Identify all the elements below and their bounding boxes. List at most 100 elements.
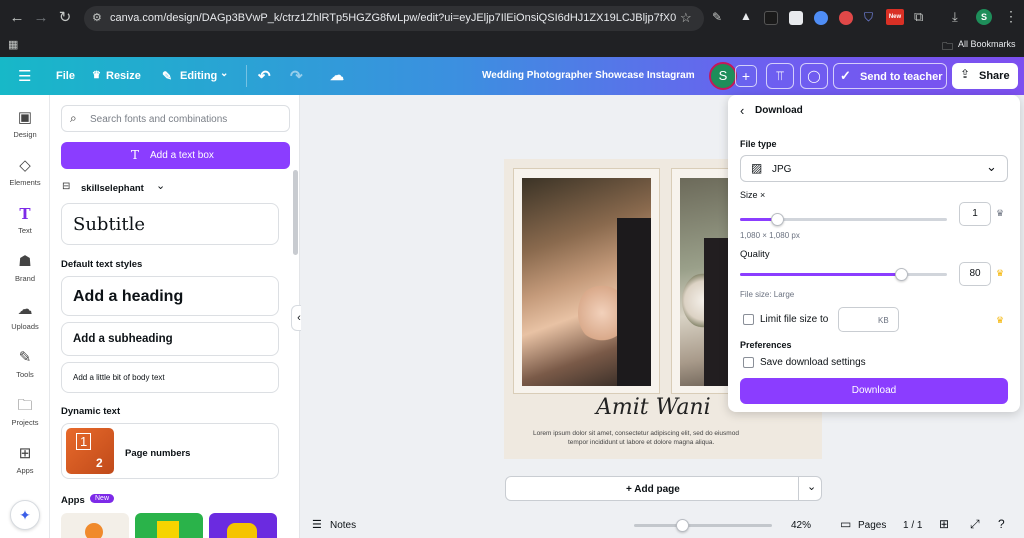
subheading-sample: Add a subheading: [73, 333, 173, 345]
page-numbers-thumbnail: 1 2: [66, 428, 114, 474]
square-extension-icon[interactable]: [789, 11, 803, 25]
back-icon[interactable]: ←: [8, 9, 26, 27]
page-count: 1 / 1: [903, 520, 923, 531]
chevron-down-icon[interactable]: ⌄: [156, 179, 165, 192]
search-input[interactable]: Search fonts and combinations: [90, 114, 227, 125]
app-tile[interactable]: [209, 513, 277, 538]
zoom-slider[interactable]: [634, 519, 772, 532]
quality-slider[interactable]: [740, 268, 947, 281]
forward-icon[interactable]: →: [32, 9, 50, 27]
download-button[interactable]: Download: [740, 378, 1008, 404]
eyedropper-extension-icon[interactable]: ✎: [712, 10, 722, 24]
analytics-icon[interactable]: ⫪: [766, 63, 794, 89]
limit-file-size-checkbox[interactable]: [743, 314, 754, 325]
suit-detail: [704, 238, 730, 386]
profile-avatar[interactable]: S: [976, 9, 992, 25]
rail-item-uploads[interactable]: ☁ Uploads: [0, 301, 50, 331]
lorem-line-2[interactable]: tempor incididunt ut labore et dolore ma…: [568, 439, 714, 446]
comment-icon[interactable]: ◯: [800, 63, 828, 89]
pages-button[interactable]: Pages: [858, 520, 886, 531]
resize-icon: ♛: [92, 70, 101, 81]
file-menu[interactable]: File: [56, 70, 75, 82]
brand-kit-name[interactable]: skillselephant: [81, 183, 144, 194]
extensions-puzzle-icon[interactable]: ⧉: [914, 9, 923, 25]
file-size-limit-input[interactable]: KB: [838, 307, 899, 332]
quality-slider-knob[interactable]: [895, 268, 908, 281]
default-styles-heading: Default text styles: [61, 259, 143, 270]
app-tile[interactable]: [135, 513, 203, 538]
file-type-select[interactable]: ▨ JPG ⌄: [740, 155, 1008, 182]
shield-extension-icon[interactable]: ⛉: [864, 10, 873, 25]
save-settings-checkbox[interactable]: [743, 357, 754, 368]
rail-item-brand[interactable]: ☗ Brand: [0, 253, 50, 283]
rail-item-projects[interactable]: 🗀 Projects: [0, 397, 50, 427]
rail-item-tools[interactable]: ✎ Tools: [0, 349, 50, 379]
photo-frame[interactable]: [513, 168, 660, 394]
size-value-field[interactable]: 1: [959, 202, 991, 226]
all-bookmarks-link[interactable]: All Bookmarks: [958, 39, 1016, 49]
bookmark-star-icon[interactable]: ☆: [680, 10, 692, 26]
chevron-down-icon[interactable]: ⌄: [807, 480, 816, 493]
notes-button[interactable]: Notes: [330, 520, 356, 531]
help-icon[interactable]: ?: [998, 517, 1005, 531]
rail-item-text[interactable]: T Text: [0, 205, 50, 235]
apps-heading: Apps: [61, 495, 85, 506]
add-page-button[interactable]: + Add page ⌄: [505, 476, 822, 501]
design-title[interactable]: Wedding Photographer Showcase Instagram: [482, 70, 695, 81]
magic-sparkle-button[interactable]: ✦: [10, 500, 40, 530]
new-extension-icon[interactable]: New: [886, 9, 904, 25]
rail-item-apps[interactable]: ⊞ Apps: [0, 445, 50, 475]
subtitle-style-card[interactable]: Subtitle: [61, 203, 279, 245]
size-slider-knob[interactable]: [771, 213, 784, 226]
mountain-extension-icon[interactable]: ▲: [740, 9, 752, 23]
suit-detail: [617, 218, 651, 386]
pages-icon: ▭: [840, 517, 852, 531]
rail-item-elements[interactable]: ◇ Elements: [0, 157, 50, 187]
red-extension-icon[interactable]: [839, 11, 853, 25]
resize-button[interactable]: Resize: [106, 70, 141, 82]
body-style-card[interactable]: Add a little bit of body text: [61, 362, 279, 393]
chrome-menu-icon[interactable]: ⋮: [1004, 8, 1018, 25]
undo-icon[interactable]: ↶: [258, 67, 271, 85]
redo-icon[interactable]: ↷: [290, 67, 303, 85]
apps-icon: ⊞: [18, 445, 32, 462]
design-icon: ▣: [17, 109, 33, 126]
panel-scrollbar[interactable]: [293, 170, 298, 255]
lorem-line-1[interactable]: Lorem ipsum dolor sit amet, consectetur …: [533, 430, 739, 437]
size-slider[interactable]: [740, 213, 947, 226]
rail-item-design[interactable]: ▣ Design: [0, 109, 50, 139]
add-text-box-button[interactable]: T Add a text box: [61, 142, 290, 169]
downloads-icon[interactable]: ⤓: [952, 9, 958, 25]
address-bar[interactable]: ⚙ canva.com/design/DAGp3BVwP_k/ctrz1ZhlR…: [84, 6, 704, 31]
page-numbers-card[interactable]: 1 2 Page numbers: [61, 423, 279, 479]
heading-style-card[interactable]: Add a heading: [61, 276, 279, 316]
fullscreen-icon[interactable]: ⤢: [970, 517, 980, 532]
subheading-style-card[interactable]: Add a subheading: [61, 322, 279, 356]
app-tile[interactable]: [61, 513, 129, 538]
projects-icon: 🗀: [17, 397, 33, 414]
send-to-teacher-button[interactable]: ✓ Send to teacher: [833, 63, 947, 89]
blue-extension-icon[interactable]: [814, 11, 828, 25]
reload-icon[interactable]: ↻: [56, 9, 74, 27]
add-collaborator-button[interactable]: +: [735, 65, 757, 87]
editing-mode-button[interactable]: Editing: [180, 70, 217, 82]
signature-text[interactable]: Amit Wani: [596, 395, 711, 420]
quality-slider-fill: [740, 273, 901, 276]
dark-extension-icon[interactable]: [764, 11, 778, 25]
chevron-down-icon[interactable]: ⌄: [220, 68, 228, 79]
share-button[interactable]: ⇪ Share: [952, 63, 1018, 89]
cloud-sync-icon[interactable]: ☁: [330, 67, 344, 84]
grid-view-icon[interactable]: ⊞: [939, 517, 949, 531]
site-info-icon[interactable]: ⚙: [92, 11, 102, 24]
search-field[interactable]: ⌕ Search fonts and combinations: [61, 105, 290, 132]
app-logo-icon: [85, 523, 103, 538]
user-avatar[interactable]: S: [709, 62, 737, 90]
quality-value-field[interactable]: 80: [959, 262, 991, 286]
hamburger-menu-icon[interactable]: ☰: [18, 67, 31, 85]
zoom-level[interactable]: 42%: [791, 520, 811, 531]
browser-chrome: ← → ↻ ⚙ canva.com/design/DAGp3BVwP_k/ctr…: [0, 0, 1024, 57]
zoom-slider-knob[interactable]: [676, 519, 689, 532]
back-chevron-icon[interactable]: ‹: [740, 103, 744, 118]
apps-grid-icon[interactable]: ▦: [8, 38, 18, 51]
text-t-icon: T: [131, 148, 140, 162]
